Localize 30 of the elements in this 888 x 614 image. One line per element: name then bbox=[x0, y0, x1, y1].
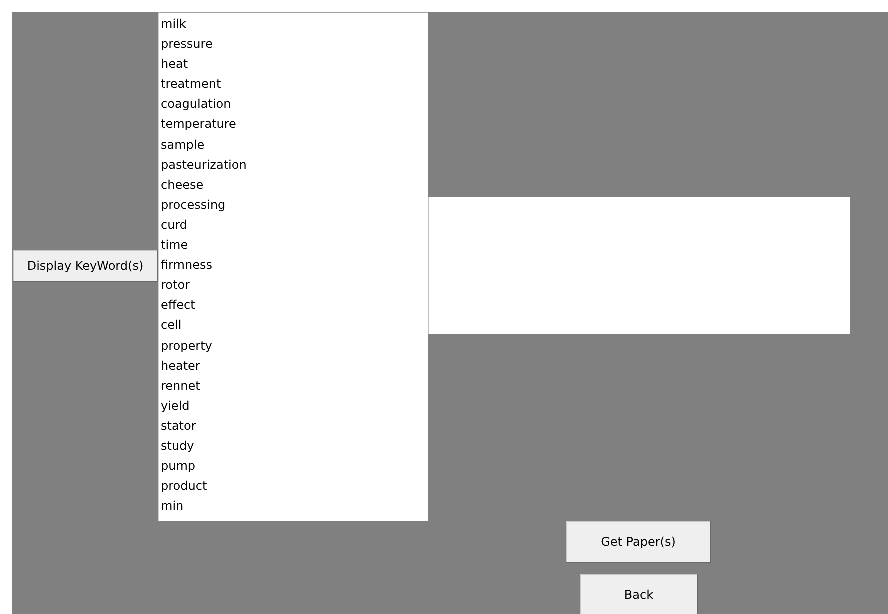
keyword-list-item[interactable]: stator bbox=[159, 416, 428, 436]
keyword-list-item[interactable]: rennet bbox=[159, 376, 428, 396]
keyword-list-item[interactable]: treatment bbox=[159, 74, 428, 94]
keyword-list-item[interactable]: sample bbox=[159, 134, 428, 155]
keyword-list-item[interactable]: study bbox=[159, 436, 428, 456]
keyword-listbox[interactable]: milk pressure heat treatment coagulation temperature sample pasteurization cheese processing curd time firmness rotor effect cell property heater rennet yield stator study pump product min bbox=[158, 12, 428, 521]
keyword-list-item[interactable]: yield bbox=[159, 396, 428, 416]
keyword-list-item[interactable]: min bbox=[159, 496, 428, 516]
keyword-list-item[interactable]: heat bbox=[159, 54, 428, 74]
keyword-list-item[interactable]: temperature bbox=[159, 114, 428, 135]
keyword-list-item[interactable]: product bbox=[159, 476, 428, 496]
keyword-list-item[interactable]: time bbox=[159, 235, 428, 256]
keyword-list-item[interactable]: milk bbox=[159, 14, 428, 34]
keyword-list-item[interactable]: cell bbox=[159, 315, 428, 336]
keyword-list-item[interactable]: heater bbox=[159, 356, 428, 376]
back-button[interactable]: Back bbox=[580, 574, 698, 614]
output-text-box[interactable] bbox=[428, 197, 850, 334]
keyword-list-item[interactable]: firmness bbox=[159, 255, 428, 276]
keyword-list-item[interactable]: pump bbox=[159, 456, 428, 476]
keyword-list-item[interactable]: curd bbox=[159, 214, 428, 236]
keyword-list-item[interactable]: processing bbox=[159, 194, 428, 215]
keyword-list-item[interactable]: effect bbox=[159, 295, 428, 316]
keyword-list-item[interactable]: property bbox=[159, 336, 428, 356]
keyword-list-item[interactable]: cheese bbox=[159, 174, 428, 195]
get-papers-button[interactable]: Get Paper(s) bbox=[566, 521, 711, 563]
keyword-list-item[interactable]: rotor bbox=[159, 275, 428, 296]
keyword-list-item[interactable]: coagulation bbox=[159, 94, 428, 114]
display-keywords-button[interactable]: Display KeyWord(s) bbox=[13, 250, 158, 282]
keyword-list-item[interactable]: pasteurization bbox=[159, 154, 428, 175]
keyword-list-item[interactable]: pressure bbox=[159, 34, 428, 54]
